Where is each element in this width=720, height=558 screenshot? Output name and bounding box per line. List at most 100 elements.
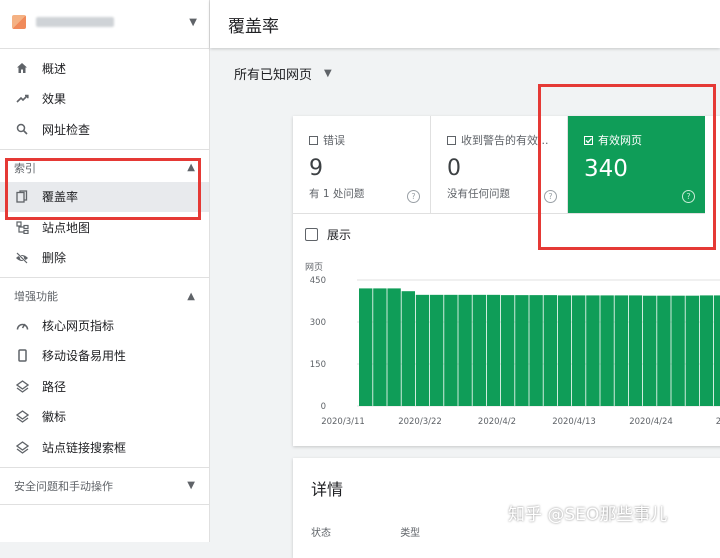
chart-bar: [415, 294, 430, 406]
x-tick-label: 2020/4/13: [552, 417, 596, 427]
x-tick-label: 2020/4/2: [478, 417, 516, 427]
x-tick-label: 2020/: [716, 417, 720, 427]
sidebar-item-label: 移动设备易用性: [42, 349, 127, 364]
section-label: 安全问题和手动操作: [14, 479, 113, 493]
show-label: 展示: [327, 228, 352, 242]
watermark-text: 知乎 @SEO那些事儿: [508, 505, 668, 525]
chart-bar: [614, 295, 628, 406]
y-tick-label: 150: [310, 360, 326, 370]
divider: [0, 148, 209, 150]
y-tick-label: 450: [310, 276, 326, 286]
sidebar-item-sitelinks-searchbox[interactable]: 站点链接搜索框: [0, 432, 209, 463]
column-header-status: 状态: [311, 528, 331, 539]
y-tick-label: 300: [310, 318, 326, 328]
chart-bar: [529, 295, 543, 406]
tile-value: 0: [447, 156, 461, 181]
chart-bar: [671, 295, 685, 406]
chart-bar: [699, 295, 714, 406]
y-axis-label: 网页: [305, 262, 323, 273]
tile-label: 错误: [323, 134, 345, 147]
sidebar-item-label: 站点链接搜索框: [42, 440, 127, 455]
details-title: 详情: [311, 480, 344, 499]
x-tick-label: 2020/3/22: [398, 417, 442, 427]
show-toggle[interactable]: 展示: [305, 226, 351, 243]
tile-error[interactable]: 错误 9 有 1 处问题 ?: [293, 116, 431, 214]
chart-bar: [401, 291, 415, 406]
page-header: 覆盖率: [210, 0, 720, 48]
tile-label: 收到警告的有效...: [461, 134, 549, 147]
layers-icon: [14, 439, 30, 455]
divider: [0, 503, 209, 505]
highlight-box: [538, 84, 716, 250]
chart-bar: [501, 295, 515, 406]
chart-bar: [600, 295, 614, 406]
property-selector[interactable]: ▼: [0, 0, 209, 44]
chart-bar: [458, 294, 472, 406]
chart-bar: [359, 288, 373, 406]
chart-bar: [557, 295, 572, 406]
highlight-box: [5, 158, 201, 220]
layers-icon: [14, 378, 30, 394]
speed-icon: [14, 317, 30, 333]
dropdown-arrow-icon: ▼: [189, 16, 197, 28]
chevron-down-icon: ▼: [187, 480, 195, 491]
property-logo: [12, 15, 26, 29]
coverage-chart: 网页 450 300 150 0 2020/3/11 2020/3/22 2020/4/2 20…: [305, 262, 720, 427]
chart-bar: [572, 295, 586, 406]
sidebar-item-label: 删除: [42, 251, 67, 266]
sidebar-item-performance[interactable]: 效果: [0, 84, 209, 115]
chevron-up-icon: ▲: [187, 290, 195, 302]
chart-bar: [714, 295, 720, 406]
chart-bar: [486, 294, 501, 406]
chart-bar: [430, 294, 444, 406]
sidebar-item-mobile-usability[interactable]: 移动设备易用性: [0, 341, 209, 372]
divider: [0, 48, 209, 49]
chart-bar: [444, 294, 458, 406]
property-name-blurred: [36, 17, 114, 27]
sidebar-item-label: 网址检查: [42, 122, 91, 137]
tile-sub: 有 1 处问题: [309, 188, 365, 200]
page-title: 覆盖率: [228, 16, 279, 37]
sidebar-item-removals[interactable]: 删除: [0, 243, 209, 274]
chart-bar: [586, 295, 600, 406]
trending-up-icon: [14, 91, 30, 107]
sidebar-item-label: 站点地图: [42, 220, 91, 235]
checkbox-icon: [447, 135, 456, 145]
y-tick-label: 0: [321, 402, 326, 412]
chart-bar: [373, 288, 387, 406]
sidebar-item-url-inspection[interactable]: 网址检查: [0, 114, 209, 145]
sidebar: ▼ 概述 效果 网址检查 索引 ▲ 覆盖率 站点地图 删除 增强功能 ▲ 核心网…: [0, 0, 210, 542]
chart-bar: [472, 294, 486, 406]
divider: [0, 466, 209, 468]
divider: [0, 277, 209, 278]
chart-bar: [387, 288, 401, 406]
checkbox-icon: [305, 228, 318, 241]
chart-bar: [628, 295, 643, 406]
help-icon[interactable]: ?: [407, 190, 420, 203]
sidebar-item-label: 核心网页指标: [42, 318, 115, 333]
sidebar-item-label: 徽标: [42, 410, 67, 425]
chart-bar: [543, 295, 557, 406]
home-icon: [14, 60, 30, 76]
search-icon: [14, 121, 30, 137]
sidebar-item-overview[interactable]: 概述: [0, 53, 209, 84]
section-security-header[interactable]: 安全问题和手动操作 ▼: [0, 472, 209, 500]
column-header-type: 类型: [400, 528, 421, 539]
sidebar-item-breadcrumbs[interactable]: 路径: [0, 371, 209, 402]
x-tick-label: 2020/3/11: [321, 417, 365, 427]
checkbox-icon: [309, 135, 318, 145]
section-enhancements-header[interactable]: 增强功能 ▲: [0, 282, 209, 310]
filter-value: 所有已知网页: [234, 67, 313, 83]
visibility-off-icon: [14, 250, 30, 266]
phone-icon: [14, 348, 30, 364]
section-label: 增强功能: [14, 290, 58, 303]
x-tick-label: 2020/4/24: [629, 417, 673, 427]
sidebar-item-core-web-vitals[interactable]: 核心网页指标: [0, 310, 209, 341]
sitemap-icon: [14, 219, 30, 235]
chart-bar: [657, 295, 671, 406]
tile-sub: 没有任何问题: [447, 188, 510, 200]
chart-bar: [685, 295, 699, 406]
dropdown-arrow-icon: ▼: [324, 67, 332, 79]
sidebar-item-label: 路径: [42, 379, 67, 394]
sidebar-item-logos[interactable]: 徽标: [0, 402, 209, 433]
